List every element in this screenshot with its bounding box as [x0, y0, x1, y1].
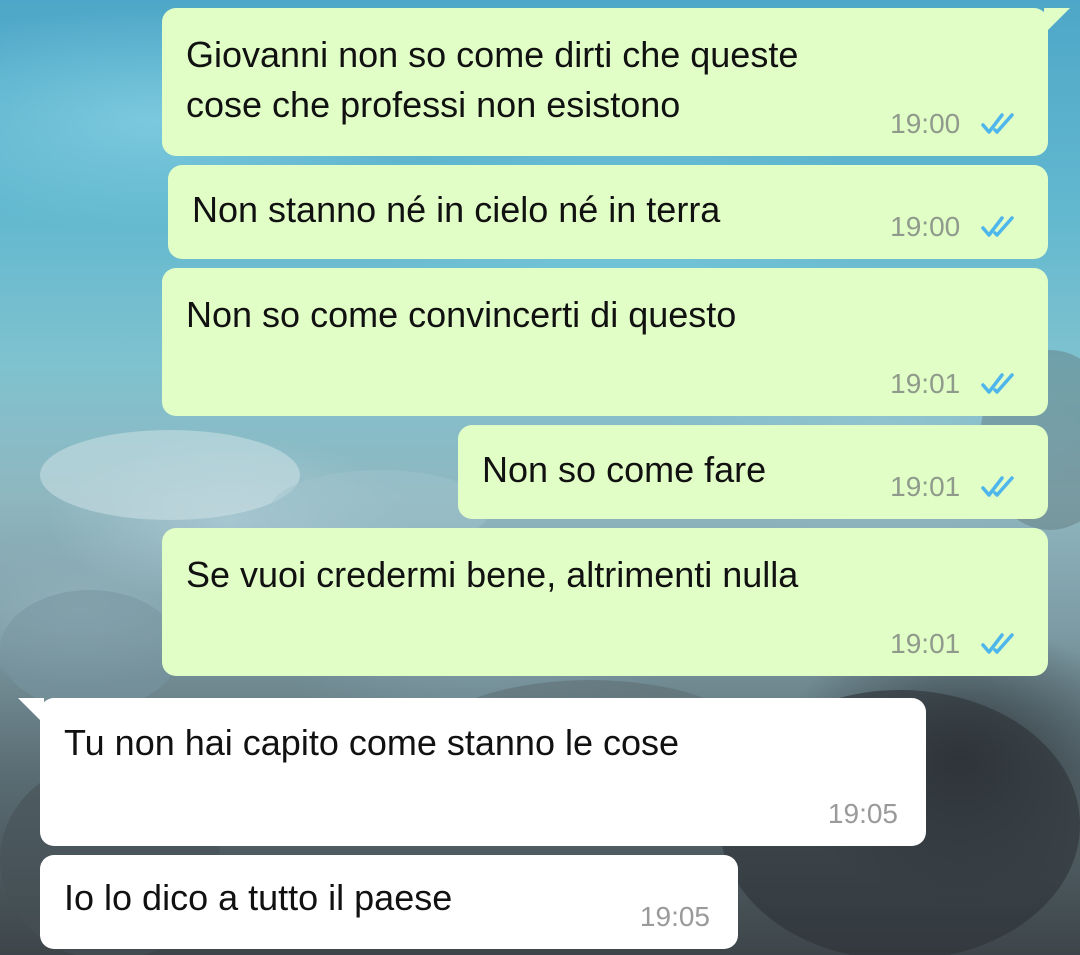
message-time: 19:01 — [890, 628, 961, 659]
message-bubble-outgoing[interactable]: Non so come fare 19:01 — [458, 425, 1048, 519]
message-meta: 19:01 — [890, 628, 1020, 660]
message-meta: 19:01 — [890, 368, 1020, 400]
bubble-tail — [1044, 8, 1070, 34]
double-check-icon — [981, 632, 1014, 654]
message-text: Non so come convincerti di questo — [186, 294, 737, 335]
message-bubble-incoming[interactable]: Tu non hai capito come stanno le cose 19… — [18, 698, 926, 846]
message-time: 19:05 — [827, 798, 898, 829]
message-meta: 19:01 — [890, 471, 1020, 503]
message-text: Io lo dico a tutto il paese — [64, 877, 453, 918]
message-text: Non stanno né in cielo né in terra — [192, 189, 721, 230]
message-meta: 19:00 — [890, 108, 1020, 140]
message-bubble-outgoing[interactable]: Se vuoi credermi bene, altrimenti nulla … — [162, 528, 1048, 676]
message-time: 19:00 — [890, 108, 961, 139]
message-time: 19:01 — [890, 368, 961, 399]
message-meta: 19:00 — [890, 211, 1020, 243]
double-check-icon — [981, 475, 1014, 497]
double-check-icon — [981, 215, 1014, 237]
message-time: 19:01 — [890, 471, 961, 502]
double-check-icon — [981, 112, 1014, 134]
message-time: 19:05 — [639, 901, 710, 932]
bubble-tail — [18, 698, 44, 724]
message-bubble-outgoing[interactable]: Giovanni non so come dirti che queste co… — [162, 8, 1070, 156]
message-meta: 19:05 — [640, 901, 710, 933]
double-check-icon — [981, 372, 1014, 394]
message-time: 19:00 — [890, 211, 961, 242]
message-text: Non so come fare — [482, 449, 767, 490]
message-bubble-incoming[interactable]: Io lo dico a tutto il paese 19:05 — [40, 855, 738, 949]
message-text: Giovanni non so come dirti che queste co… — [186, 34, 799, 125]
message-meta: 19:05 — [828, 798, 898, 830]
message-bubble-outgoing[interactable]: Non stanno né in cielo né in terra 19:00 — [168, 165, 1048, 259]
message-text: Tu non hai capito come stanno le cose — [64, 722, 680, 763]
message-text: Se vuoi credermi bene, altrimenti nulla — [186, 554, 799, 595]
message-bubble-outgoing[interactable]: Non so come convincerti di questo 19:01 — [162, 268, 1048, 416]
